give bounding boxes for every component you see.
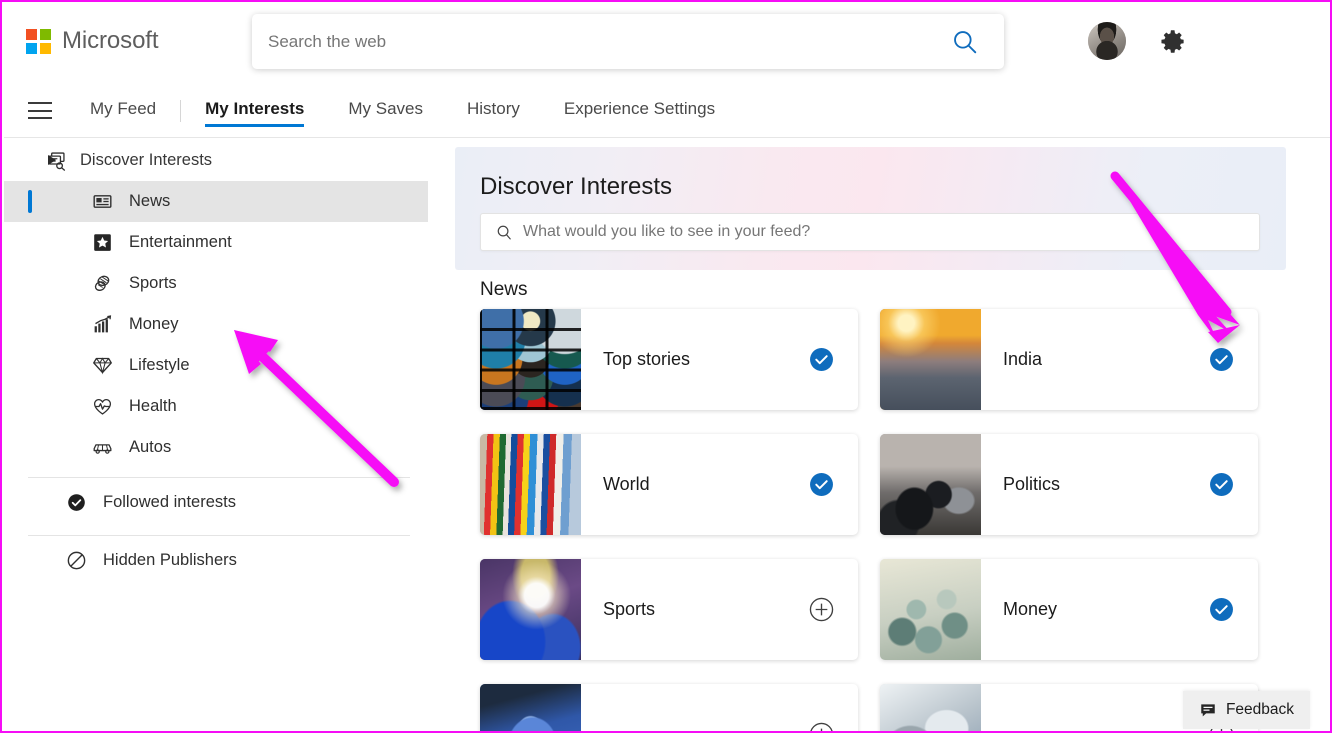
sidebar-item-sports[interactable]: Sports (4, 263, 428, 304)
plus-circle-icon[interactable] (809, 597, 834, 622)
heart-pulse-icon (92, 396, 113, 417)
tab-experience-settings[interactable]: Experience Settings (564, 99, 715, 123)
page-title: Discover Interests (480, 173, 672, 201)
interests-search-input[interactable]: What would you like to see in your feed? (480, 213, 1260, 251)
car-icon (92, 437, 113, 458)
check-circle-filled-icon[interactable] (1209, 472, 1234, 497)
tab-history[interactable]: History (467, 99, 520, 123)
sidebar-item-discover-interests[interactable]: Discover Interests (4, 139, 428, 181)
sidebar-item-label: Autos (129, 438, 171, 457)
app-window: Microsoft Search the web My Feed My Inte… (0, 0, 1332, 733)
interest-card-sports[interactable]: Sports (480, 559, 858, 660)
sidebar-item-label: Sports (129, 274, 177, 293)
card-thumbnail (480, 559, 581, 660)
tab-my-interests[interactable]: My Interests (205, 99, 304, 123)
feedback-button[interactable]: Feedback (1183, 691, 1310, 729)
sidebar-item-money[interactable]: Money (4, 304, 428, 345)
interest-card-money[interactable]: Money (880, 559, 1258, 660)
feedback-comment-icon (1199, 701, 1217, 719)
diamond-icon (92, 355, 113, 376)
check-circle-filled-icon[interactable] (1209, 597, 1234, 622)
check-circle-filled-icon (66, 492, 87, 513)
card-thumbnail (880, 434, 981, 535)
hamburger-icon[interactable] (28, 102, 52, 119)
sidebar-item-label: Followed interests (103, 493, 236, 512)
card-thumbnail (480, 309, 581, 410)
sidebar-item-health[interactable]: Health (4, 386, 428, 427)
tab-my-saves[interactable]: My Saves (348, 99, 423, 123)
sidebar-item-label: Money (129, 315, 179, 334)
avatar[interactable] (1088, 22, 1126, 60)
sidebar-item-news[interactable]: News (4, 181, 428, 222)
nav-separator (180, 100, 181, 122)
sidebar-item-autos[interactable]: Autos (4, 427, 428, 468)
card-thumbnail (880, 684, 981, 733)
card-label: Politics (1003, 474, 1209, 495)
microsoft-logo[interactable]: Microsoft (26, 27, 158, 55)
card-thumbnail (480, 684, 581, 733)
interest-card-politics[interactable]: Politics (880, 434, 1258, 535)
sidebar-item-lifestyle[interactable]: Lifestyle (4, 345, 428, 386)
web-search-placeholder: Search the web (268, 32, 386, 52)
selection-indicator (28, 190, 32, 213)
sidebar-item-label: Entertainment (129, 233, 232, 252)
sidebar-item-label: Hidden Publishers (103, 551, 237, 570)
news-icon (92, 191, 113, 212)
interest-card-top-stories[interactable]: Top stories (480, 309, 858, 410)
card-label: Sports (603, 599, 809, 620)
section-title-news: News (480, 279, 528, 301)
sidebar-item-label: Lifestyle (129, 356, 190, 375)
check-circle-filled-icon[interactable] (1209, 347, 1234, 372)
card-label: Money (1003, 599, 1209, 620)
chart-growth-icon (92, 314, 113, 335)
chevron-right-icon[interactable] (48, 155, 56, 165)
sidebar-item-label: Health (129, 397, 177, 416)
interests-search-placeholder: What would you like to see in your feed? (523, 223, 810, 241)
card-label: India (1003, 349, 1209, 370)
card-label: World (603, 474, 809, 495)
interest-cards-grid: Top stories India World (480, 309, 1280, 733)
check-circle-filled-icon[interactable] (809, 347, 834, 372)
block-circle-icon (66, 550, 87, 571)
plus-circle-icon[interactable] (809, 722, 834, 733)
gear-icon[interactable] (1160, 28, 1187, 55)
star-icon (92, 232, 113, 253)
nav-bar: My Feed My Interests My Saves History Ex… (4, 84, 1332, 138)
search-icon (496, 224, 513, 241)
interest-card-world[interactable]: World (480, 434, 858, 535)
brand-label: Microsoft (62, 27, 158, 55)
sidebar-item-hidden-publishers[interactable]: Hidden Publishers (4, 536, 428, 584)
main-content: Discover Interests What would you like t… (428, 139, 1332, 733)
feedback-label: Feedback (1226, 701, 1294, 719)
discover-interests-banner: Discover Interests What would you like t… (455, 147, 1286, 270)
card-thumbnail (480, 434, 581, 535)
web-search-box[interactable]: Search the web (252, 14, 1004, 69)
microsoft-logo-squares-icon (26, 29, 51, 54)
avatar-image (1088, 22, 1126, 60)
search-icon[interactable] (952, 29, 978, 55)
check-circle-filled-icon[interactable] (809, 472, 834, 497)
tab-my-feed[interactable]: My Feed (90, 99, 156, 123)
sidebar-item-entertainment[interactable]: Entertainment (4, 222, 428, 263)
interest-card-india[interactable]: India (880, 309, 1258, 410)
sidebar-discover-label: Discover Interests (80, 151, 212, 170)
top-bar: Microsoft Search the web (4, 4, 1332, 78)
sidebar: Discover Interests News Entertainment (4, 139, 428, 733)
nav-tabs: My Feed My Interests My Saves History Ex… (90, 99, 759, 123)
interest-card-partial-left[interactable] (480, 684, 858, 733)
card-label: Top stories (603, 349, 809, 370)
card-thumbnail (880, 559, 981, 660)
card-thumbnail (880, 309, 981, 410)
sports-ball-icon (92, 273, 113, 294)
sidebar-item-label: News (129, 192, 170, 211)
sidebar-item-followed-interests[interactable]: Followed interests (4, 478, 428, 526)
